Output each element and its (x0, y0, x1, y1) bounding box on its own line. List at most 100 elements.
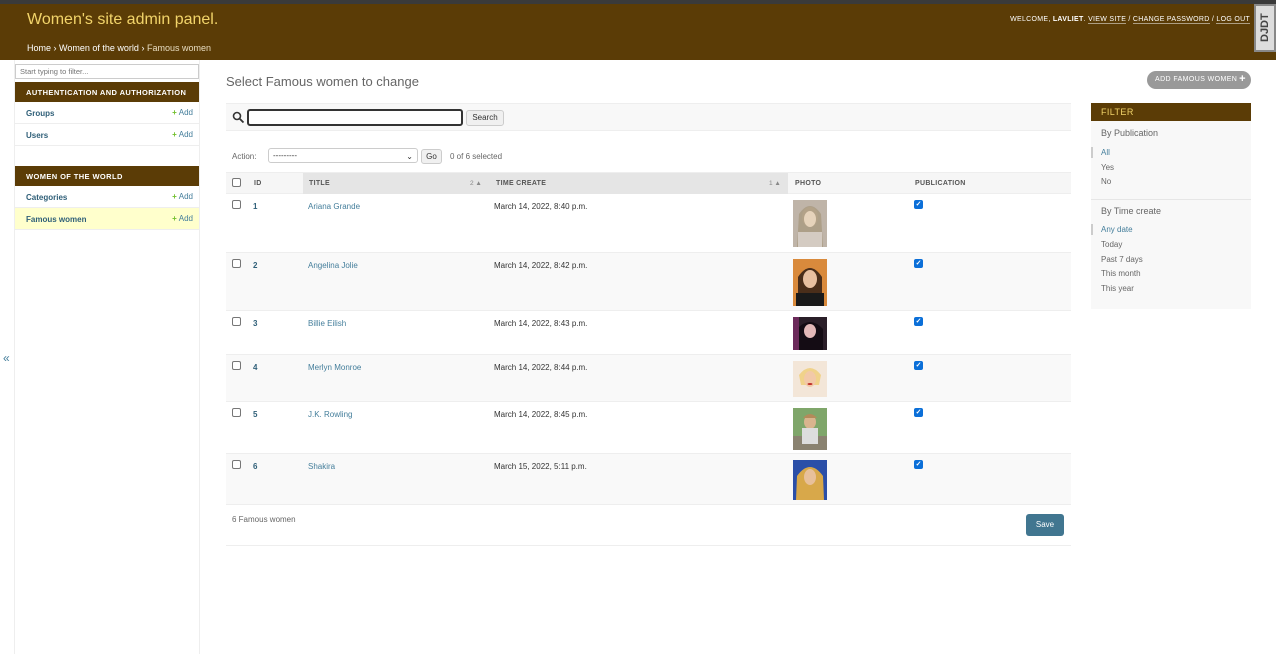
column-header-id[interactable]: ID (254, 180, 262, 187)
go-button[interactable]: Go (421, 149, 442, 164)
log-out-link[interactable]: LOG OUT (1216, 16, 1250, 24)
filter-publication-yes[interactable]: Yes (1101, 163, 1114, 172)
selection-counter: 0 of 6 selected (450, 152, 503, 161)
filter-time-past-7-days[interactable]: Past 7 days (1101, 255, 1143, 264)
photo-thumbnail (793, 200, 827, 247)
sidebar-item-famous-women[interactable]: Famous women + Add (15, 208, 199, 230)
search-input[interactable] (247, 109, 463, 126)
filter-time-today[interactable]: Today (1101, 240, 1122, 249)
breadcrumb-current: Famous women (146, 43, 211, 53)
sidebar-item-label[interactable]: Groups (26, 109, 54, 118)
action-label: Action: (232, 152, 257, 161)
filter-divider (1091, 199, 1251, 200)
sidebar-item-groups[interactable]: Groups + Add (15, 102, 199, 124)
breadcrumb-separator: › (53, 43, 57, 53)
filter-publication-no[interactable]: No (1101, 177, 1111, 186)
row-select-checkbox[interactable] (232, 259, 241, 268)
sidebar-item-label[interactable]: Famous women (26, 215, 86, 224)
add-categories-link[interactable]: + Add (172, 192, 193, 201)
column-sorted-title (303, 173, 490, 194)
row-title-link[interactable]: Billie Eilish (308, 319, 346, 328)
filter-publication-all[interactable]: All (1091, 147, 1110, 158)
debug-toolbar-handle[interactable]: DJDT (1254, 4, 1276, 52)
filter-time-any-date[interactable]: Any date (1091, 224, 1133, 235)
chevron-down-icon: ⌄ (406, 152, 413, 161)
row-id-link[interactable]: 2 (253, 261, 257, 270)
site-branding[interactable]: Women's site admin panel. (27, 11, 218, 29)
publication-checkmark-icon: ✓ (914, 317, 923, 326)
separator: / (1128, 16, 1131, 23)
add-groups-link[interactable]: + Add (172, 108, 193, 117)
photo-thumbnail (793, 259, 827, 306)
sort-priority-time[interactable]: 1 ▲ (769, 180, 781, 187)
add-label: Add (178, 130, 193, 139)
username: LAVLIET (1052, 16, 1084, 23)
search-toolbar: Search (226, 103, 1071, 131)
table-row: 4 Merlyn Monroe March 14, 2022, 8:44 p.m… (226, 355, 1071, 402)
view-site-link[interactable]: VIEW SITE (1088, 16, 1127, 24)
sidebar-item-label[interactable]: Users (26, 131, 48, 140)
add-label: Add (178, 214, 193, 223)
row-time: March 14, 2022, 8:40 p.m. (494, 202, 588, 211)
table-row: 3 Billie Eilish March 14, 2022, 8:43 p.m… (226, 311, 1071, 355)
row-time: March 14, 2022, 8:45 p.m. (494, 410, 588, 419)
add-users-link[interactable]: + Add (172, 130, 193, 139)
table-row: 6 Shakira March 15, 2022, 5:11 p.m. ✓ (226, 454, 1071, 505)
nav-filter-input[interactable] (15, 64, 199, 79)
row-id-link[interactable]: 1 (253, 202, 257, 211)
module-caption-women[interactable]: WOMEN OF THE WORLD (15, 166, 199, 186)
filter-time-this-year[interactable]: This year (1101, 284, 1134, 293)
column-header-publication[interactable]: PUBLICATION (915, 180, 966, 187)
save-button[interactable]: Save (1026, 514, 1064, 536)
plus-icon: + (172, 130, 177, 139)
sidebar-item-users[interactable]: Users + Add (15, 124, 199, 146)
row-select-checkbox[interactable] (232, 200, 241, 209)
row-id-link[interactable]: 5 (253, 410, 257, 419)
select-all-checkbox[interactable] (232, 178, 241, 187)
row-title-link[interactable]: J.K. Rowling (308, 410, 352, 419)
add-famous-women-button[interactable]: ADD FAMOUS WOMEN + (1147, 71, 1251, 89)
row-title-link[interactable]: Merlyn Monroe (308, 363, 361, 372)
row-id-link[interactable]: 3 (253, 319, 257, 328)
row-title-link[interactable]: Ariana Grande (308, 202, 360, 211)
breadcrumb-app[interactable]: Women of the world (59, 43, 139, 53)
collapse-sidebar-icon[interactable]: « (3, 351, 10, 365)
sort-priority-number: 2 (470, 180, 474, 187)
row-id-link[interactable]: 4 (253, 363, 257, 372)
add-label: Add (178, 108, 193, 117)
row-select-checkbox[interactable] (232, 460, 241, 469)
column-header-time-create[interactable]: TIME CREATE (496, 180, 546, 187)
breadcrumb-home[interactable]: Home (27, 43, 51, 53)
table-row: 2 Angelina Jolie March 14, 2022, 8:42 p.… (226, 253, 1071, 311)
add-button-label: ADD FAMOUS WOMEN (1155, 76, 1238, 83)
row-select-checkbox[interactable] (232, 317, 241, 326)
publication-checkmark-icon: ✓ (914, 200, 923, 209)
filter-title-time-create: By Time create (1101, 206, 1162, 216)
change-password-link[interactable]: CHANGE PASSWORD (1132, 16, 1210, 24)
filter-time-this-month[interactable]: This month (1101, 269, 1141, 278)
table-header: ID TITLE 2 ▲ TIME CREATE 1 ▲ PHOTO PUBLI… (226, 172, 1071, 194)
row-id-link[interactable]: 6 (253, 462, 257, 471)
row-select-checkbox[interactable] (232, 408, 241, 417)
action-select-value: --------- (273, 151, 297, 160)
plus-icon: + (172, 108, 177, 117)
column-header-title[interactable]: TITLE (309, 180, 330, 187)
module-caption-auth[interactable]: AUTHENTICATION AND AUTHORIZATION (15, 82, 199, 102)
welcome-prefix: WELCOME, (1010, 16, 1051, 23)
table-row: 1 Ariana Grande March 14, 2022, 8:40 p.m… (226, 194, 1071, 253)
header: Women's site admin panel. WELCOME, LAVLI… (0, 4, 1276, 60)
sidebar-item-categories[interactable]: Categories + Add (15, 186, 199, 208)
row-title-link[interactable]: Angelina Jolie (308, 261, 358, 270)
row-select-checkbox[interactable] (232, 361, 241, 370)
add-label: Add (178, 192, 193, 201)
breadcrumb-separator: › (141, 43, 145, 53)
plus-circle-icon: + (1239, 73, 1246, 85)
breadcrumb: Home › Women of the world › Famous women (27, 43, 211, 53)
row-title-link[interactable]: Shakira (308, 462, 335, 471)
sidebar-item-label[interactable]: Categories (26, 193, 67, 202)
photo-thumbnail (793, 408, 827, 450)
search-button[interactable]: Search (466, 110, 504, 126)
add-famous-women-link[interactable]: + Add (172, 214, 193, 223)
sort-priority-title[interactable]: 2 ▲ (470, 180, 482, 187)
action-select[interactable]: --------- ⌄ (268, 148, 418, 163)
